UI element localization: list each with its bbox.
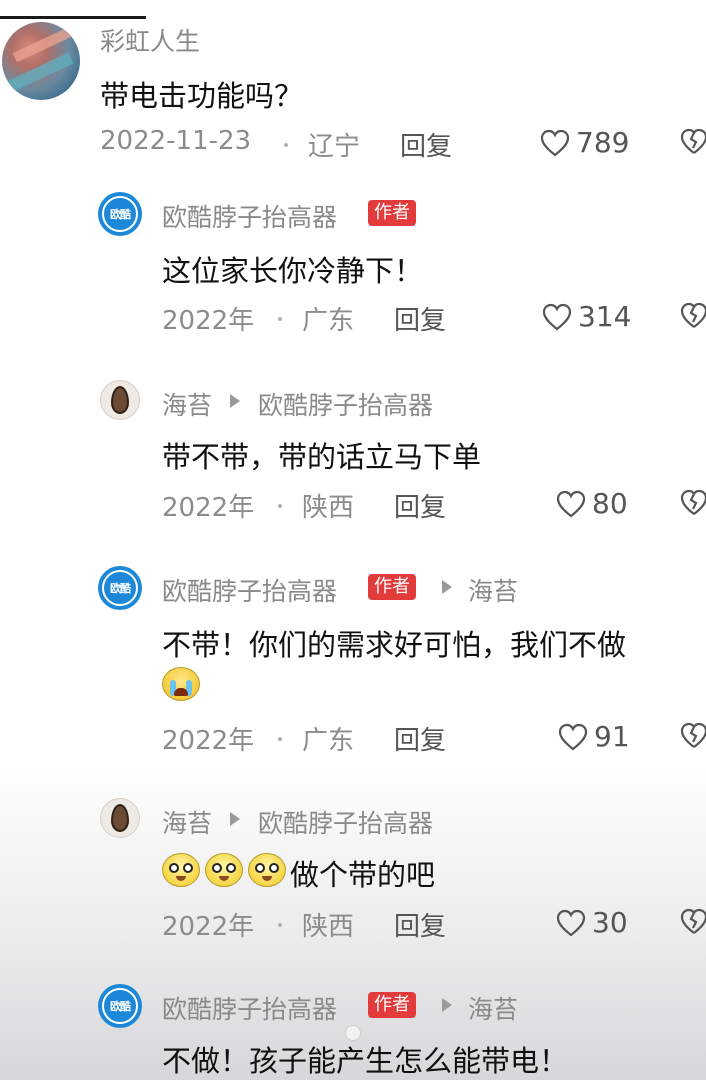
heart-outline-icon	[540, 129, 570, 156]
triangle-right-icon	[230, 394, 240, 408]
username[interactable]: 欧酷脖子抬高器	[162, 198, 337, 234]
broken-heart-icon	[680, 489, 706, 515]
comment-list-page: 彩虹人生 带电击功能吗？ 2022-11-23 辽宁 回复 789 欧酷 欧酷脖…	[0, 0, 706, 1080]
avatar[interactable]	[100, 380, 140, 420]
pleading-face-icon	[162, 853, 200, 887]
triangle-right-icon	[442, 580, 452, 594]
reply-to-username[interactable]: 欧酷脖子抬高器	[258, 386, 433, 422]
comment-date: 2022年	[162, 306, 255, 336]
brand-logo: 欧酷	[102, 196, 138, 232]
like-button[interactable]: 30	[556, 906, 628, 939]
comment-date: 2022年	[162, 726, 255, 756]
reply-to-username[interactable]: 海苔	[468, 572, 518, 608]
comment-text: 不做！孩子能产生怎么能带电！	[162, 1044, 569, 1078]
broken-heart-icon	[680, 722, 706, 748]
top-divider	[0, 16, 146, 19]
comment-location: 陕西	[302, 912, 355, 942]
comment-date: 2022年	[162, 912, 255, 942]
avatar[interactable]: 欧酷	[98, 566, 142, 610]
avatar[interactable]	[2, 22, 80, 100]
dislike-button[interactable]	[680, 128, 706, 160]
username[interactable]: 海苔	[162, 804, 212, 840]
dislike-button[interactable]	[680, 722, 706, 754]
reply-button[interactable]: 回复	[394, 720, 446, 757]
separator-dot	[284, 143, 288, 147]
pleading-face-icon	[205, 853, 243, 887]
brand-logo: 欧酷	[102, 570, 138, 606]
like-count: 789	[576, 126, 630, 159]
heart-outline-icon	[556, 909, 586, 936]
author-badge: 作者	[368, 574, 416, 600]
comment-location: 辽宁	[308, 132, 361, 162]
comment-text: 这位家长你冷静下！	[162, 254, 424, 288]
broken-heart-icon	[680, 302, 706, 328]
reply-button[interactable]: 回复	[394, 487, 446, 524]
avatar[interactable]	[100, 798, 140, 838]
pleading-face-icon	[248, 853, 286, 887]
like-count: 91	[594, 720, 630, 753]
separator-dot	[278, 504, 282, 508]
heart-outline-icon	[542, 303, 572, 330]
like-count: 80	[592, 487, 628, 520]
triangle-right-icon	[442, 998, 452, 1012]
author-badge: 作者	[368, 992, 416, 1018]
broken-heart-icon	[680, 908, 706, 934]
separator-dot	[278, 737, 282, 741]
scroll-indicator[interactable]	[345, 1025, 361, 1041]
dislike-button[interactable]	[680, 908, 706, 940]
dislike-button[interactable]	[680, 489, 706, 521]
like-count: 314	[578, 300, 632, 333]
author-badge: 作者	[368, 200, 416, 226]
crying-face-icon	[162, 667, 200, 701]
like-button[interactable]: 314	[542, 300, 631, 333]
reply-button[interactable]: 回复	[394, 300, 446, 337]
comment-location: 广东	[302, 306, 355, 336]
avatar[interactable]: 欧酷	[98, 192, 142, 236]
username[interactable]: 欧酷脖子抬高器	[162, 572, 337, 608]
comment-text: 做个带的吧	[290, 858, 436, 892]
comment-location: 陕西	[302, 493, 355, 523]
reply-button[interactable]: 回复	[400, 126, 452, 163]
separator-dot	[278, 317, 282, 321]
triangle-right-icon	[230, 812, 240, 826]
like-button[interactable]: 80	[556, 487, 628, 520]
comment-date: 2022-11-23	[100, 126, 252, 156]
reply-to-username[interactable]: 欧酷脖子抬高器	[258, 804, 433, 840]
avatar[interactable]: 欧酷	[98, 984, 142, 1028]
like-count: 30	[592, 906, 628, 939]
separator-dot	[278, 923, 282, 927]
dislike-button[interactable]	[680, 302, 706, 334]
reply-to-username[interactable]: 海苔	[468, 990, 518, 1026]
like-button[interactable]: 91	[558, 720, 630, 753]
heart-outline-icon	[556, 490, 586, 517]
comment-text: 不带！你们的需求好可怕，我们不做	[162, 628, 627, 662]
heart-outline-icon	[558, 723, 588, 750]
comment-location: 广东	[302, 726, 355, 756]
comment-date: 2022年	[162, 493, 255, 523]
comment-text: 带电击功能吗？	[100, 79, 304, 113]
comment-text: 带不带，带的话立马下单	[162, 440, 482, 474]
reply-button[interactable]: 回复	[394, 906, 446, 943]
brand-logo: 欧酷	[102, 988, 138, 1024]
like-button[interactable]: 789	[540, 126, 629, 159]
username[interactable]: 彩虹人生	[100, 22, 200, 58]
username[interactable]: 海苔	[162, 386, 212, 422]
username[interactable]: 欧酷脖子抬高器	[162, 990, 337, 1026]
broken-heart-icon	[680, 128, 706, 154]
